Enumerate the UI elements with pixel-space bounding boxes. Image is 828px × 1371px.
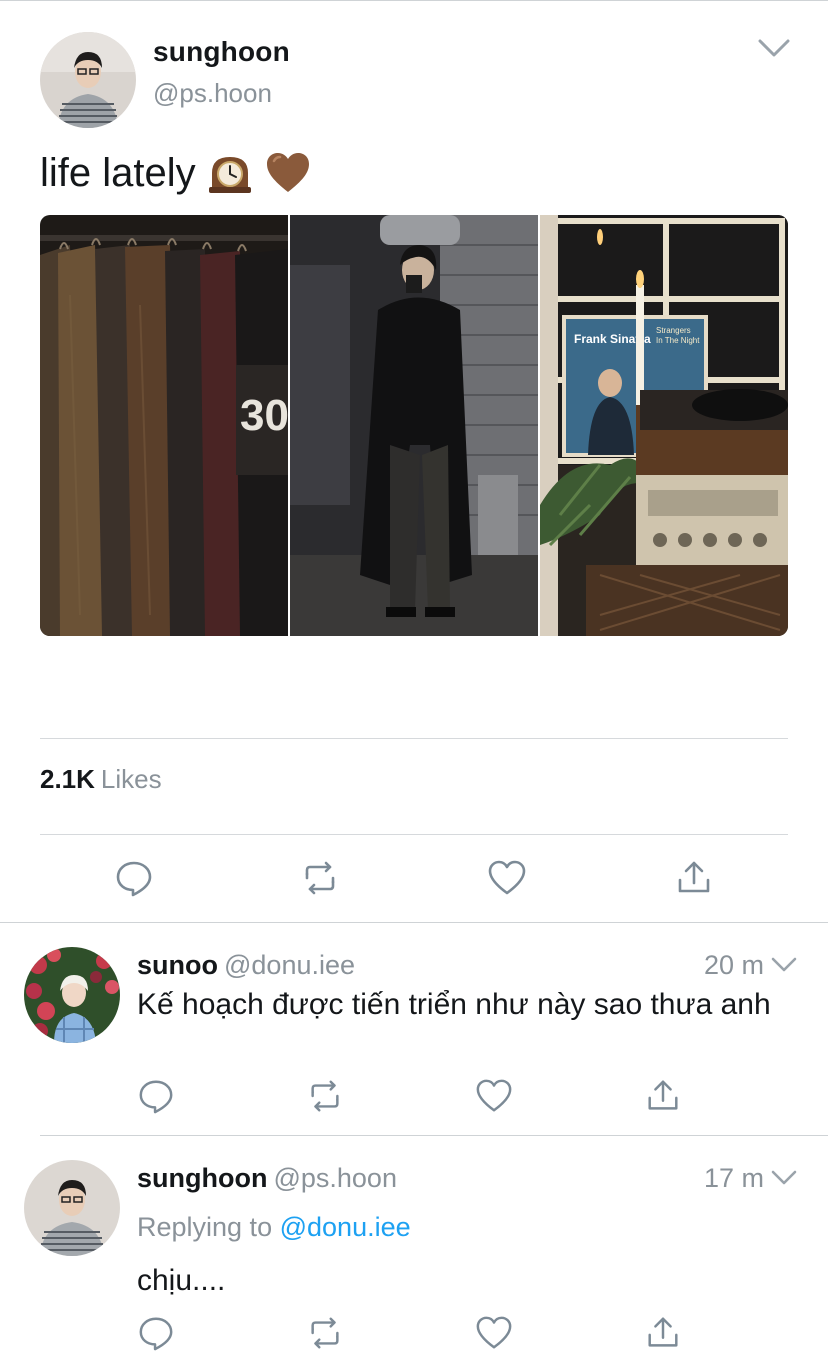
user-handle[interactable]: @ps.hoon xyxy=(273,1163,397,1193)
media-photo-coat[interactable] xyxy=(290,215,538,636)
retweet-icon[interactable] xyxy=(306,1077,344,1115)
avatar[interactable] xyxy=(24,947,120,1043)
svg-text:In The Night: In The Night xyxy=(656,336,700,345)
section-separator xyxy=(0,922,828,923)
brown-heart-icon xyxy=(264,149,312,197)
avatar[interactable] xyxy=(40,32,136,128)
media-photo-jackets[interactable]: 30 xyxy=(40,215,288,636)
reply-icon[interactable] xyxy=(137,1314,175,1352)
retweet-icon[interactable] xyxy=(300,858,340,898)
reply-header: sunoo @donu.iee xyxy=(137,950,355,981)
chevron-down-icon[interactable] xyxy=(770,955,798,975)
chevron-down-icon[interactable] xyxy=(756,36,792,60)
media-photo-record[interactable]: Frank Sinatra Strangers In The Night xyxy=(540,215,788,636)
top-border xyxy=(0,0,828,1)
like-heart-icon[interactable] xyxy=(475,1077,513,1115)
like-heart-icon[interactable] xyxy=(487,858,527,898)
tweet-media-grid[interactable]: 30 Frank Sinatra Strangers In The Night xyxy=(40,215,788,636)
likes-label: Likes xyxy=(100,764,162,794)
display-name[interactable]: sunoo xyxy=(137,950,218,980)
svg-text:Strangers: Strangers xyxy=(656,326,691,335)
svg-text:30: 30 xyxy=(240,391,288,440)
reply-icon[interactable] xyxy=(137,1077,175,1115)
user-handle[interactable]: @donu.iee xyxy=(224,950,355,980)
replying-to: Replying to @donu.iee xyxy=(137,1212,411,1243)
timestamp: 17 m xyxy=(703,1163,764,1193)
reply-text: Kế hoạch được tiến triển như này sao thư… xyxy=(137,988,771,1021)
reply-text: chịu.... xyxy=(137,1264,226,1297)
replying-prefix: Replying to xyxy=(137,1212,273,1242)
timestamp: 20 m xyxy=(703,950,764,980)
chevron-down-icon[interactable] xyxy=(770,1168,798,1188)
share-icon[interactable] xyxy=(644,1077,682,1115)
mention-link[interactable]: @donu.iee xyxy=(280,1212,411,1242)
display-name[interactable]: sunghoon xyxy=(137,1163,267,1193)
display-name[interactable]: sunghoon xyxy=(153,36,290,68)
section-separator xyxy=(40,1135,828,1136)
like-heart-icon[interactable] xyxy=(475,1314,513,1352)
retweet-icon[interactable] xyxy=(306,1314,344,1352)
share-icon[interactable] xyxy=(644,1314,682,1352)
tweet-body: life lately xyxy=(40,151,196,195)
reply-header: sunghoon @ps.hoon xyxy=(137,1163,397,1194)
share-icon[interactable] xyxy=(674,858,714,898)
avatar[interactable] xyxy=(24,1160,120,1256)
reply-icon[interactable] xyxy=(114,858,154,898)
divider xyxy=(40,834,788,835)
divider xyxy=(40,738,788,739)
mantelpiece-clock-icon xyxy=(206,149,254,197)
likes-count: 2.1K xyxy=(40,764,95,794)
user-handle[interactable]: @ps.hoon xyxy=(153,78,272,109)
tweet-text: life lately xyxy=(40,148,312,198)
likes-stat[interactable]: 2.1K Likes xyxy=(40,764,162,795)
